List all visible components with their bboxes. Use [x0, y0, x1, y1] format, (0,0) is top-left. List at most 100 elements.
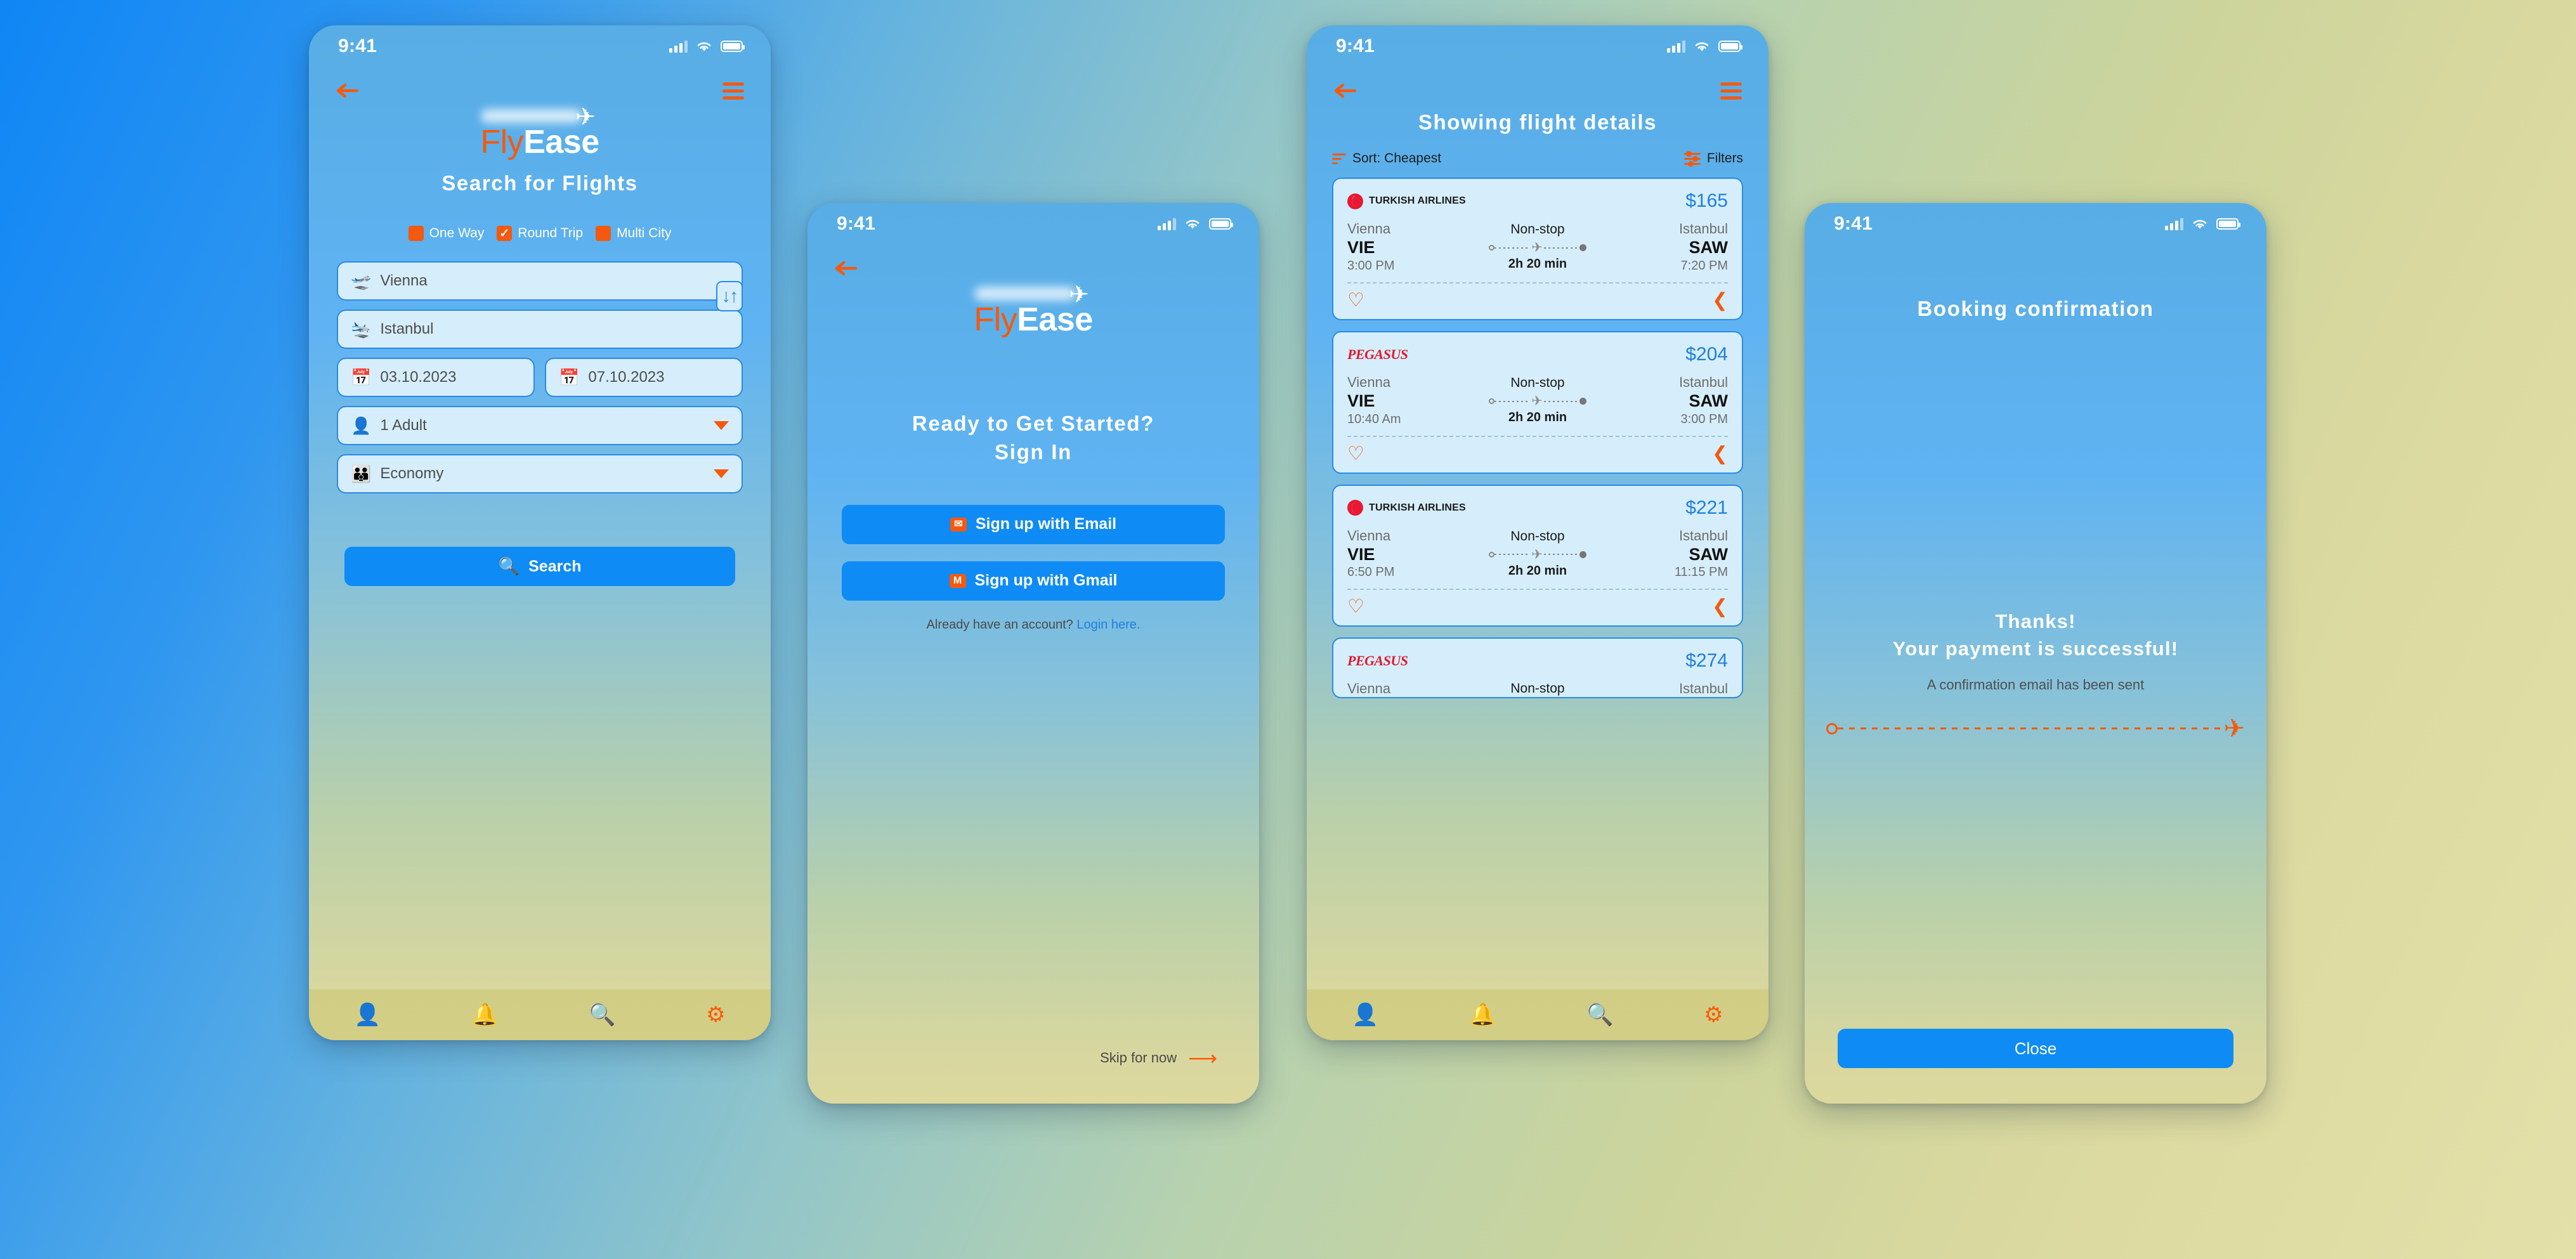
tab-search[interactable]: 🔍	[1586, 1004, 1613, 1026]
tab-profile[interactable]: 👤	[354, 1004, 381, 1026]
checkbox-round-trip[interactable]: ✓	[497, 226, 513, 241]
flight-card[interactable]: PEGASUS $204 Vienna VIE 10:40 Am Non-sto…	[1332, 330, 1743, 474]
flight-card[interactable]: TURKISH AIRLINES $165 Vienna VIE 3:00 PM…	[1332, 178, 1743, 320]
origin-code: VIE	[1347, 544, 1375, 564]
trip-type-one-way[interactable]: One Way	[408, 226, 484, 241]
checkbox-one-way[interactable]	[408, 226, 424, 241]
page-title: Search for Flights	[441, 171, 638, 195]
signin-heading-line1: Ready to Get Started?	[912, 412, 1155, 435]
sort-filter-bar: Sort: Cheapest Filters	[1307, 134, 1769, 167]
destination-value: Istanbul	[380, 320, 434, 337]
back-arrow-icon[interactable]	[336, 81, 361, 100]
tab-search[interactable]: 🔍	[589, 1004, 615, 1026]
turkish-airlines-logo-icon	[1347, 193, 1363, 209]
close-button[interactable]: Close	[1838, 1029, 2233, 1068]
logo-ease: Ease	[1017, 301, 1093, 338]
trip-type-group: One Way ✓ Round Trip Multi City	[309, 226, 771, 241]
menu-icon[interactable]	[1720, 82, 1742, 100]
signin-heading-line2: Sign In	[995, 440, 1072, 464]
tab-settings[interactable]: ⚙	[706, 1004, 725, 1026]
confirmation-subtext: A confirmation email has been sent	[1926, 676, 2145, 693]
status-time: 9:41	[1336, 36, 1375, 56]
back-arrow-icon[interactable]	[1333, 81, 1359, 100]
checkbox-multi-city[interactable]	[596, 226, 611, 241]
cellular-signal-icon	[1667, 40, 1685, 53]
route-origin-dot	[1489, 245, 1495, 251]
app-logo: ✈ FlyEase	[807, 283, 1259, 339]
favorite-heart-icon[interactable]: ♡	[1347, 597, 1364, 616]
tab-notifications[interactable]: 🔔	[471, 1004, 498, 1026]
route-destination-dot	[1579, 244, 1586, 252]
wifi-icon	[1186, 219, 1200, 229]
wifi-icon	[2193, 219, 2207, 229]
chevron-down-icon[interactable]	[714, 469, 729, 478]
origin-city: Vienna	[1347, 527, 1391, 544]
tab-profile[interactable]: 👤	[1352, 1004, 1378, 1026]
chevron-down-icon[interactable]	[714, 421, 729, 430]
back-arrow-icon[interactable]	[834, 259, 860, 278]
phone-flight-details: 9:41 Showing flight details Sort: Cheape…	[1307, 25, 1769, 1040]
route-origin-dot	[1489, 398, 1495, 405]
plane-icon: ✈	[2223, 714, 2245, 743]
destination-code: SAW	[1689, 238, 1728, 257]
filters-button[interactable]: Filters	[1684, 150, 1743, 167]
login-prompt-text: Already have an account?	[926, 617, 1073, 632]
route-graphic: ✈	[1430, 241, 1645, 254]
envelope-icon: ✉	[950, 517, 967, 532]
flight-price: $165	[1685, 190, 1728, 211]
signup-gmail-button[interactable]: M Sign up with Gmail	[842, 561, 1225, 601]
flight-card[interactable]: PEGASUS $274 Vienna Non-stop Istanbul	[1332, 637, 1743, 699]
top-nav	[1307, 67, 1769, 105]
login-prompt: Already have an account? Login here.	[842, 618, 1225, 632]
logo-fly: Fly	[480, 124, 524, 160]
favorite-heart-icon[interactable]: ♡	[1347, 290, 1364, 310]
search-button-label: Search	[528, 557, 582, 575]
cellular-signal-icon	[669, 40, 688, 53]
destination-city: Istanbul	[1678, 221, 1728, 237]
flight-duration: 2h 20 min	[1508, 410, 1567, 425]
login-here-link[interactable]: Login here.	[1076, 618, 1140, 632]
passengers-field[interactable]: 👤 1 Adult	[337, 406, 743, 445]
pegasus-logo-icon: PEGASUS	[1347, 653, 1408, 669]
route-dash	[1543, 247, 1579, 249]
swap-locations-button[interactable]: ↓↑	[716, 281, 743, 311]
airline-name: TURKISH AIRLINES	[1369, 195, 1466, 206]
destination-city: Istanbul	[1678, 527, 1728, 544]
menu-icon[interactable]	[722, 82, 744, 100]
airline-badge: PEGASUS	[1347, 346, 1408, 363]
depart-date-field[interactable]: 📅 03.10.2023	[337, 358, 535, 397]
share-icon[interactable]: ❮	[1712, 444, 1728, 464]
tab-settings[interactable]: ⚙	[1704, 1004, 1723, 1026]
cabin-class-field[interactable]: 👪 Economy	[337, 454, 743, 493]
airline-badge: TURKISH AIRLINES	[1347, 193, 1466, 209]
sort-button[interactable]: Sort: Cheapest	[1332, 151, 1441, 166]
tab-notifications[interactable]: 🔔	[1469, 1004, 1496, 1026]
arrival-time: 3:00 PM	[1680, 412, 1728, 426]
trip-type-multi-city[interactable]: Multi City	[596, 226, 671, 241]
skip-for-now-button[interactable]: Skip for now ⟶	[807, 1048, 1259, 1104]
flight-card[interactable]: TURKISH AIRLINES $221 Vienna VIE 6:50 PM…	[1332, 484, 1743, 627]
plane-departure-icon: 🛫	[351, 271, 372, 290]
gmail-icon: M	[949, 573, 966, 588]
departure-time: 3:00 PM	[1347, 258, 1395, 273]
return-date-field[interactable]: 📅 07.10.2023	[545, 358, 743, 397]
app-logo: ✈ FlyEase	[309, 105, 771, 161]
filters-icon	[1684, 150, 1701, 167]
share-icon[interactable]: ❮	[1712, 290, 1728, 310]
destination-field[interactable]: 🛬 Istanbul	[337, 310, 743, 349]
trip-type-label: Round Trip	[518, 226, 584, 240]
battery-icon	[721, 41, 745, 52]
search-button[interactable]: 🔍 Search	[344, 547, 735, 586]
trip-type-round-trip[interactable]: ✓ Round Trip	[497, 226, 583, 241]
flight-list[interactable]: TURKISH AIRLINES $165 Vienna VIE 3:00 PM…	[1307, 166, 1769, 989]
wifi-icon	[1695, 42, 1709, 51]
status-bar: 9:41	[1805, 203, 2266, 245]
return-date-value: 07.10.2023	[588, 369, 665, 386]
status-bar: 9:41	[1307, 25, 1769, 67]
share-icon[interactable]: ❮	[1712, 597, 1728, 616]
origin-field[interactable]: 🛫 Vienna	[337, 261, 743, 301]
route-dash	[1543, 554, 1579, 556]
signup-email-button[interactable]: ✉ Sign up with Email	[842, 504, 1225, 544]
favorite-heart-icon[interactable]: ♡	[1347, 444, 1364, 464]
flight-price: $221	[1685, 497, 1728, 518]
